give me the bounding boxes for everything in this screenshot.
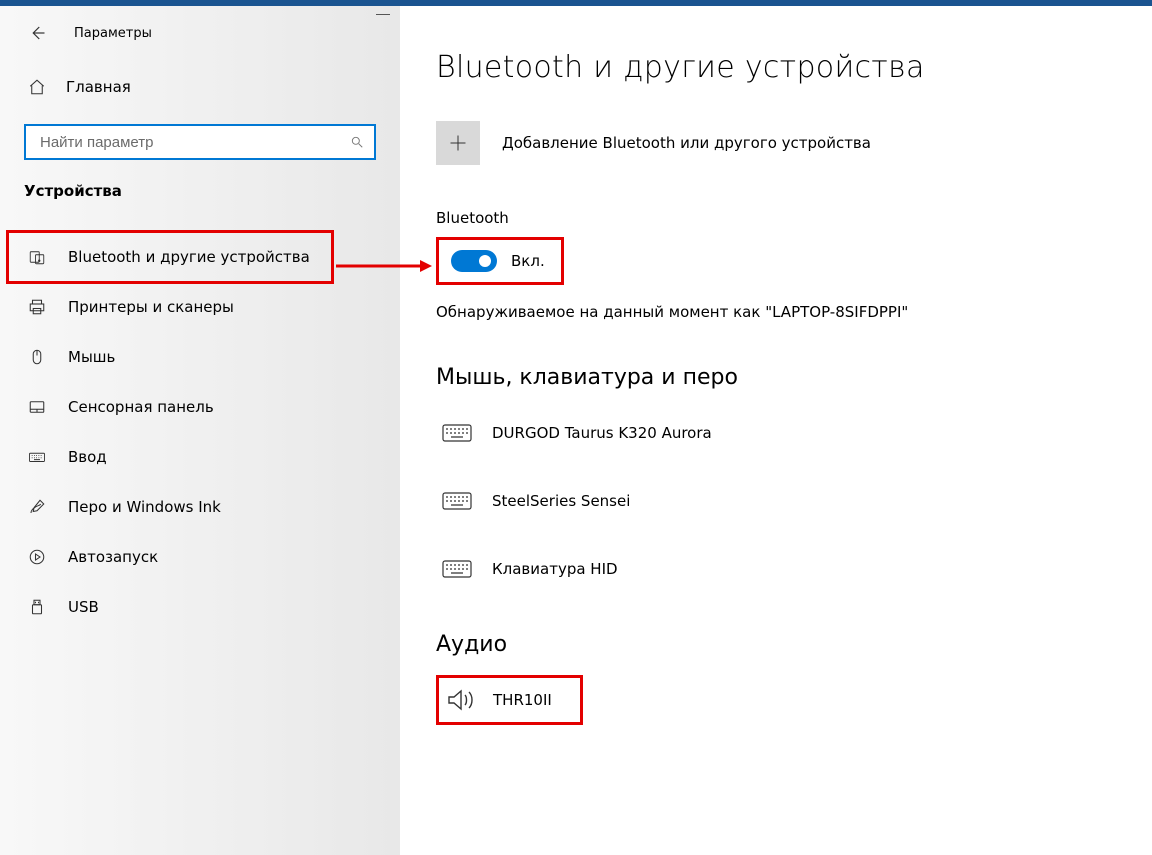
keyboard-icon (442, 490, 472, 512)
sidebar-item-label: Ввод (68, 448, 107, 466)
mouse-icon (28, 348, 46, 366)
discoverable-text: Обнаруживаемое на данный момент как "LAP… (436, 303, 1116, 321)
main-content: Bluetooth и другие устройства Добавление… (400, 6, 1152, 855)
sidebar-item-label: USB (68, 598, 99, 616)
sidebar-item-bluetooth[interactable]: Bluetooth и другие устройства (0, 232, 400, 282)
minimize-control-hint (376, 14, 390, 15)
printer-icon (28, 298, 46, 316)
back-arrow-icon[interactable] (28, 24, 46, 42)
speaker-icon (447, 688, 477, 712)
sidebar-item-autoplay[interactable]: Автозапуск (0, 532, 400, 582)
plus-icon (436, 121, 480, 165)
sidebar-item-touchpad[interactable]: Сенсорная панель (0, 382, 400, 432)
nav-home[interactable]: Главная (0, 60, 400, 114)
touchpad-icon (28, 398, 46, 416)
audio-device-highlight[interactable]: THR10II (436, 675, 583, 725)
device-row[interactable]: SteelSeries Sensei (436, 476, 1116, 526)
add-device-label: Добавление Bluetooth или другого устройс… (502, 134, 871, 152)
usb-icon (28, 598, 46, 616)
device-row[interactable]: Клавиатура HID (436, 544, 1116, 594)
device-name: THR10II (493, 691, 552, 709)
home-icon (28, 78, 46, 96)
search-input[interactable] (24, 124, 376, 160)
sidebar-item-label: Мышь (68, 348, 115, 366)
audio-heading: Аудио (436, 632, 1116, 657)
page-title: Bluetooth и другие устройства (436, 50, 1116, 85)
sidebar-item-label: Принтеры и сканеры (68, 298, 234, 316)
sidebar-item-mouse[interactable]: Мышь (0, 332, 400, 382)
bluetooth-section-label: Bluetooth (436, 209, 1116, 227)
bluetooth-toggle[interactable] (451, 250, 497, 272)
device-row[interactable]: DURGOD Taurus K320 Aurora (436, 408, 1116, 458)
sidebar-item-printers[interactable]: Принтеры и сканеры (0, 282, 400, 332)
device-name: SteelSeries Sensei (492, 492, 630, 510)
pen-icon (28, 498, 46, 516)
add-device-button[interactable]: Добавление Bluetooth или другого устройс… (436, 121, 1116, 165)
input-devices-heading: Мышь, клавиатура и перо (436, 365, 1116, 390)
keyboard-icon (442, 558, 472, 580)
sidebar-item-label: Сенсорная панель (68, 398, 214, 416)
device-name: Клавиатура HID (492, 560, 618, 578)
bluetooth-devices-icon (28, 248, 46, 266)
sidebar-item-label: Перо и Windows Ink (68, 498, 221, 516)
bluetooth-toggle-highlight: Вкл. (436, 237, 564, 285)
home-label: Главная (66, 78, 131, 96)
sidebar-item-label: Bluetooth и другие устройства (68, 248, 310, 266)
sidebar-item-typing[interactable]: Ввод (0, 432, 400, 482)
keyboard-icon (28, 448, 46, 466)
search-box[interactable] (24, 124, 376, 160)
sidebar-item-label: Автозапуск (68, 548, 158, 566)
sidebar-item-pen[interactable]: Перо и Windows Ink (0, 482, 400, 532)
device-name: DURGOD Taurus K320 Aurora (492, 424, 712, 442)
sidebar: Параметры Главная Устройства (0, 6, 400, 855)
sidebar-category: Устройства (0, 178, 400, 214)
autoplay-icon (28, 548, 46, 566)
app-title: Параметры (74, 26, 152, 41)
bluetooth-toggle-state: Вкл. (511, 252, 545, 270)
keyboard-icon (442, 422, 472, 444)
search-icon (350, 135, 364, 149)
sidebar-item-usb[interactable]: USB (0, 582, 400, 632)
